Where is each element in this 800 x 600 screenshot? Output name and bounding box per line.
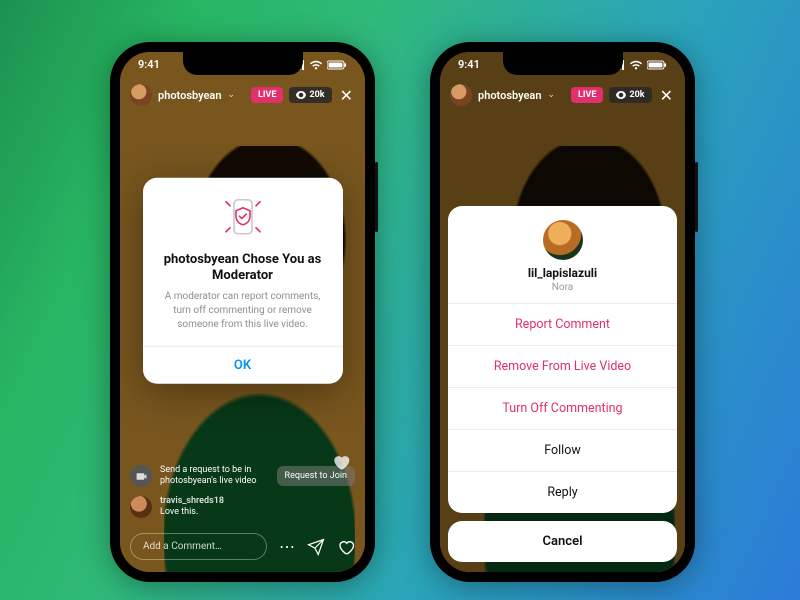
comment-input[interactable]: Add a Comment…	[130, 533, 267, 560]
phone-screen: 9:41 photosbyean ⌄ LIVE 20k ✕	[120, 52, 365, 572]
viewer-count-pill[interactable]: 20k	[609, 87, 651, 103]
sheet-user-avatar[interactable]	[543, 220, 583, 260]
request-to-join-row: Send a request to be in photosbyean's li…	[130, 465, 355, 488]
eye-icon	[296, 91, 306, 99]
cancel-button[interactable]: Cancel	[448, 521, 677, 562]
live-header: photosbyean ⌄ LIVE 20k ✕	[130, 84, 355, 106]
viewer-count-pill[interactable]: 20k	[289, 87, 331, 103]
host-avatar[interactable]	[130, 84, 152, 106]
action-sheet: lil_lapislazuli Nora Report Comment Remo…	[448, 206, 677, 562]
wifi-icon	[309, 60, 323, 70]
battery-icon	[327, 60, 347, 70]
chevron-down-icon[interactable]: ⌄	[548, 90, 556, 100]
phone-notch	[183, 52, 303, 75]
live-badge: LIVE	[571, 87, 603, 103]
moderator-modal: photosbyean Chose You as Moderator A mod…	[143, 178, 343, 385]
comment-text: Love this.	[160, 507, 224, 518]
sheet-username[interactable]: lil_lapislazuli	[458, 266, 667, 280]
request-line-1: Send a request to be in	[160, 465, 256, 476]
moderator-shield-icon	[220, 196, 266, 242]
commenter-avatar	[130, 496, 152, 518]
close-icon[interactable]: ✕	[338, 86, 355, 105]
host-username[interactable]: photosbyean	[478, 89, 542, 102]
status-time: 9:41	[138, 58, 160, 71]
eye-icon	[616, 91, 626, 99]
live-footer: Add a Comment… ⋯	[130, 533, 355, 560]
phone-notch	[503, 52, 623, 75]
phone-mockup-left: 9:41 photosbyean ⌄ LIVE 20k ✕	[110, 42, 375, 582]
status-time: 9:41	[458, 58, 480, 71]
modal-title: photosbyean Chose You as Moderator	[159, 252, 327, 285]
phone-screen: 9:41 photosbyean ⌄ LIVE 20k ✕	[440, 52, 685, 572]
modal-ok-button[interactable]: OK	[143, 346, 343, 384]
phone-mockup-right: 9:41 photosbyean ⌄ LIVE 20k ✕	[430, 42, 695, 582]
request-line-2: photosbyean's live video	[160, 476, 256, 487]
send-icon[interactable]	[307, 538, 325, 556]
sheet-display-name: Nora	[458, 282, 667, 293]
host-username[interactable]: photosbyean	[158, 89, 222, 102]
host-avatar[interactable]	[450, 84, 472, 106]
more-options-icon[interactable]: ⋯	[279, 539, 295, 555]
battery-icon	[647, 60, 667, 70]
viewer-count: 20k	[629, 90, 644, 100]
close-icon[interactable]: ✕	[658, 86, 675, 105]
remove-from-live-button[interactable]: Remove From Live Video	[448, 345, 677, 387]
heart-reaction-icon	[331, 452, 351, 476]
heart-icon[interactable]	[337, 538, 355, 556]
turn-off-commenting-button[interactable]: Turn Off Commenting	[448, 387, 677, 429]
background-gradient: 9:41 photosbyean ⌄ LIVE 20k ✕	[0, 0, 800, 600]
comment-row[interactable]: travis_shreds18 Love this.	[130, 496, 355, 519]
chevron-down-icon[interactable]: ⌄	[228, 90, 236, 100]
commenter-username: travis_shreds18	[160, 496, 224, 507]
sheet-header: lil_lapislazuli Nora	[448, 206, 677, 303]
report-comment-button[interactable]: Report Comment	[448, 303, 677, 345]
follow-button[interactable]: Follow	[448, 429, 677, 471]
wifi-icon	[629, 60, 643, 70]
live-header: photosbyean ⌄ LIVE 20k ✕	[450, 84, 675, 106]
live-badge: LIVE	[251, 87, 283, 103]
viewer-count: 20k	[309, 90, 324, 100]
camera-icon	[130, 465, 152, 487]
reply-button[interactable]: Reply	[448, 471, 677, 513]
modal-body-text: A moderator can report comments, turn of…	[159, 290, 327, 332]
comments-stack: Send a request to be in photosbyean's li…	[130, 465, 355, 518]
